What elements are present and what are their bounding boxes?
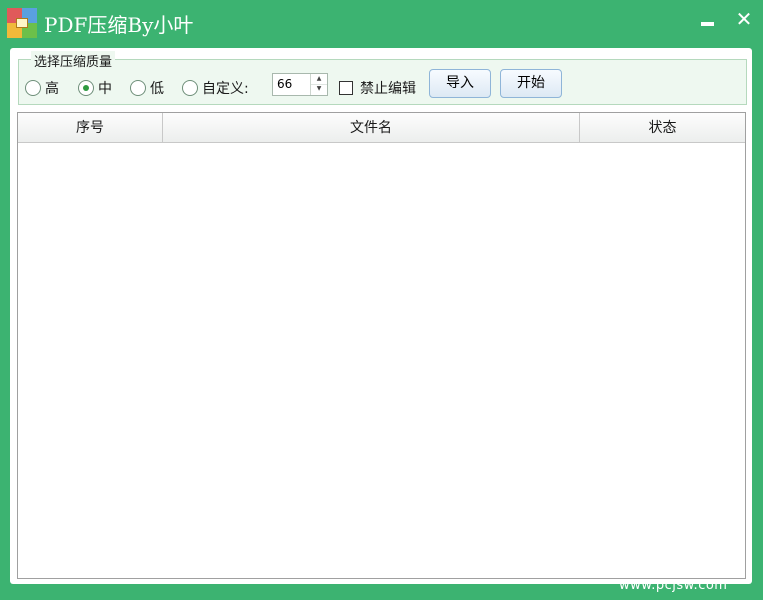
custom-quality-input[interactable]: [277, 77, 307, 91]
disable-edit-checkbox[interactable]: 禁止编辑: [339, 78, 416, 98]
radio-low[interactable]: 低: [130, 78, 164, 98]
radio-label-high: 高: [45, 81, 59, 97]
watermark-text: www.pcjsw.com: [619, 578, 728, 593]
radio-label-low: 低: [150, 81, 164, 97]
start-button[interactable]: 开始: [500, 69, 562, 98]
radio-circle-icon: [130, 80, 146, 96]
close-button[interactable]: ✕: [732, 8, 756, 32]
radio-high[interactable]: 高: [25, 78, 59, 98]
close-icon: ✕: [735, 7, 753, 31]
group-title: 选择压缩质量: [31, 51, 116, 70]
radio-medium[interactable]: 中: [78, 78, 112, 98]
column-header-status[interactable]: 状态: [580, 113, 745, 142]
app-archive-icon: [7, 8, 37, 38]
spin-arrows: ▲ ▼: [310, 74, 327, 95]
radio-label-custom: 自定义:: [202, 81, 249, 97]
import-button[interactable]: 导入: [429, 69, 491, 98]
main-panel: 选择压缩质量 高 中 低 自定义: ▲ ▼ 禁止编辑 导入 开始 序号 文: [10, 48, 752, 584]
custom-quality-spinbox[interactable]: ▲ ▼: [272, 73, 328, 96]
radio-label-medium: 中: [98, 81, 112, 97]
compression-quality-group: 选择压缩质量 高 中 低 自定义: ▲ ▼ 禁止编辑 导入 开始: [18, 51, 747, 105]
column-header-index[interactable]: 序号: [18, 113, 163, 142]
checkbox-icon: [339, 81, 353, 95]
column-header-filename[interactable]: 文件名: [163, 113, 580, 142]
window-title: PDF压缩By小叶: [44, 13, 194, 37]
minimize-button[interactable]: [696, 8, 720, 32]
disable-edit-label: 禁止编辑: [360, 81, 416, 97]
radio-custom[interactable]: 自定义:: [182, 78, 249, 98]
minimize-icon: [701, 22, 714, 26]
spin-down-icon[interactable]: ▼: [311, 84, 327, 94]
table-header: 序号 文件名 状态: [18, 113, 745, 143]
radio-checked-icon: [78, 80, 94, 96]
radio-circle-icon: [25, 80, 41, 96]
title-bar: PDF压缩By小叶 ✕: [0, 0, 763, 44]
file-list-table[interactable]: 序号 文件名 状态: [17, 112, 746, 579]
radio-circle-icon: [182, 80, 198, 96]
